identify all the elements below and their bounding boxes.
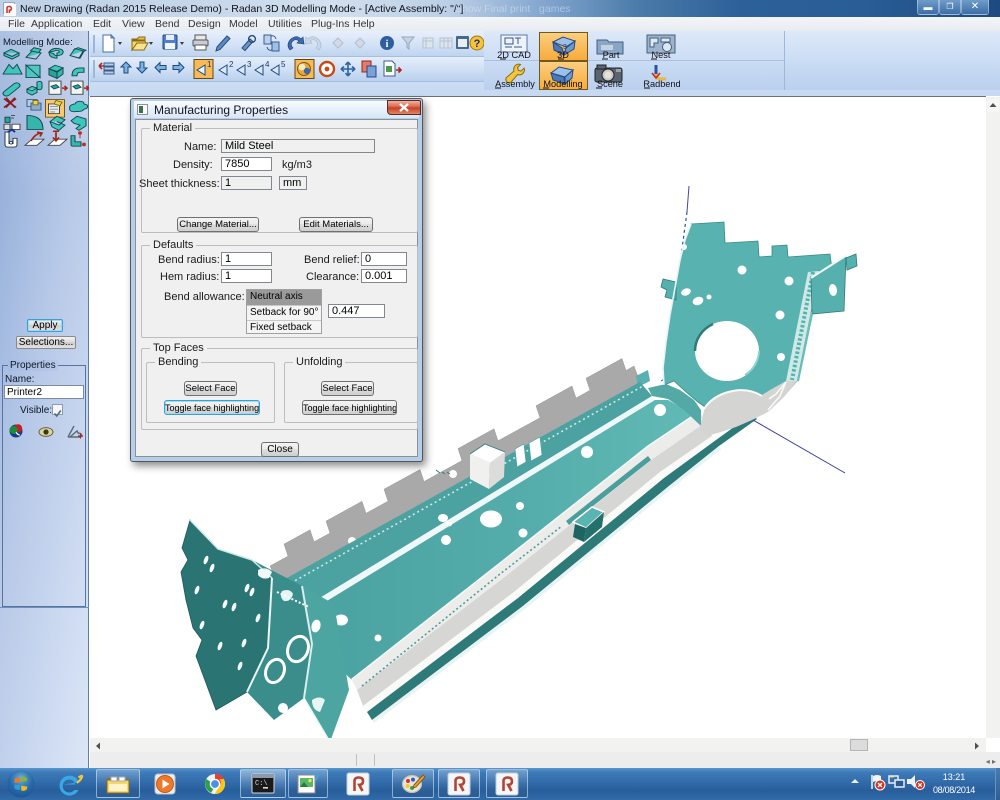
- svg-text:5: 5: [281, 60, 286, 69]
- svg-text:C:\: C:\: [255, 780, 268, 788]
- svg-text:2: 2: [229, 60, 234, 69]
- svg-text:1: 1: [207, 60, 212, 69]
- svg-text:Modelling: Modelling: [543, 79, 582, 89]
- svg-text:?: ?: [474, 38, 481, 50]
- svg-text:4: 4: [265, 60, 270, 69]
- svg-text:Assembly: Assembly: [495, 79, 535, 89]
- svg-text:i: i: [386, 39, 389, 50]
- svg-text:3: 3: [247, 60, 252, 69]
